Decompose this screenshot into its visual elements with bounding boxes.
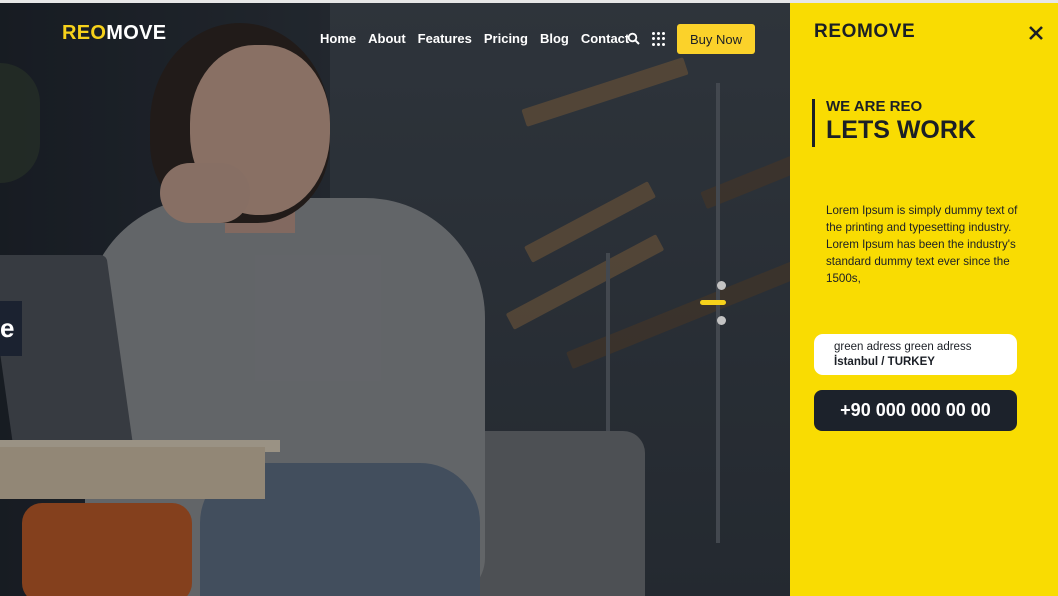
nav-about[interactable]: About bbox=[368, 31, 406, 46]
nav-blog[interactable]: Blog bbox=[540, 31, 569, 46]
slider-dot[interactable] bbox=[717, 316, 726, 325]
slide-title-fragment: e bbox=[0, 301, 22, 356]
close-icon[interactable] bbox=[1026, 23, 1046, 43]
panel-subtitle: WE ARE REO bbox=[826, 98, 923, 115]
hero-section: REOMOVE Home About Features Pricing Blog… bbox=[0, 3, 790, 596]
logo-reo: REO bbox=[62, 22, 107, 44]
nav-contact[interactable]: Contact bbox=[581, 31, 629, 46]
slider-dot-active[interactable] bbox=[700, 300, 726, 305]
panel-logo[interactable]: REOMOVE bbox=[814, 21, 915, 43]
slider-dot[interactable] bbox=[717, 281, 726, 290]
panel-title: LETS WORK bbox=[826, 116, 976, 144]
search-icon[interactable] bbox=[627, 32, 641, 46]
nav-features[interactable]: Features bbox=[418, 31, 472, 46]
address-card: green adress green adress İstanbul / TUR… bbox=[814, 334, 1017, 375]
nav-home[interactable]: Home bbox=[320, 31, 356, 46]
panel-description: Lorem Ipsum is simply dummy text of the … bbox=[826, 204, 1018, 285]
logo-move: MOVE bbox=[106, 22, 167, 44]
buy-now-button[interactable]: Buy Now bbox=[677, 24, 755, 54]
side-info-panel: REOMOVE WE ARE REO LETS WORK Lorem Ipsum… bbox=[790, 3, 1058, 596]
nav-pricing[interactable]: Pricing bbox=[484, 31, 528, 46]
heading-accent-bar bbox=[812, 99, 815, 147]
main-nav: Home About Features Pricing Blog Contact bbox=[320, 31, 641, 46]
hero-overlay bbox=[0, 3, 790, 596]
address-line: green adress green adress bbox=[834, 341, 972, 353]
address-city: İstanbul / TURKEY bbox=[834, 356, 935, 368]
phone-button[interactable]: +90 000 000 00 00 bbox=[814, 390, 1017, 431]
grid-menu-icon[interactable] bbox=[652, 32, 666, 46]
site-logo[interactable]: REOMOVE bbox=[62, 22, 166, 45]
